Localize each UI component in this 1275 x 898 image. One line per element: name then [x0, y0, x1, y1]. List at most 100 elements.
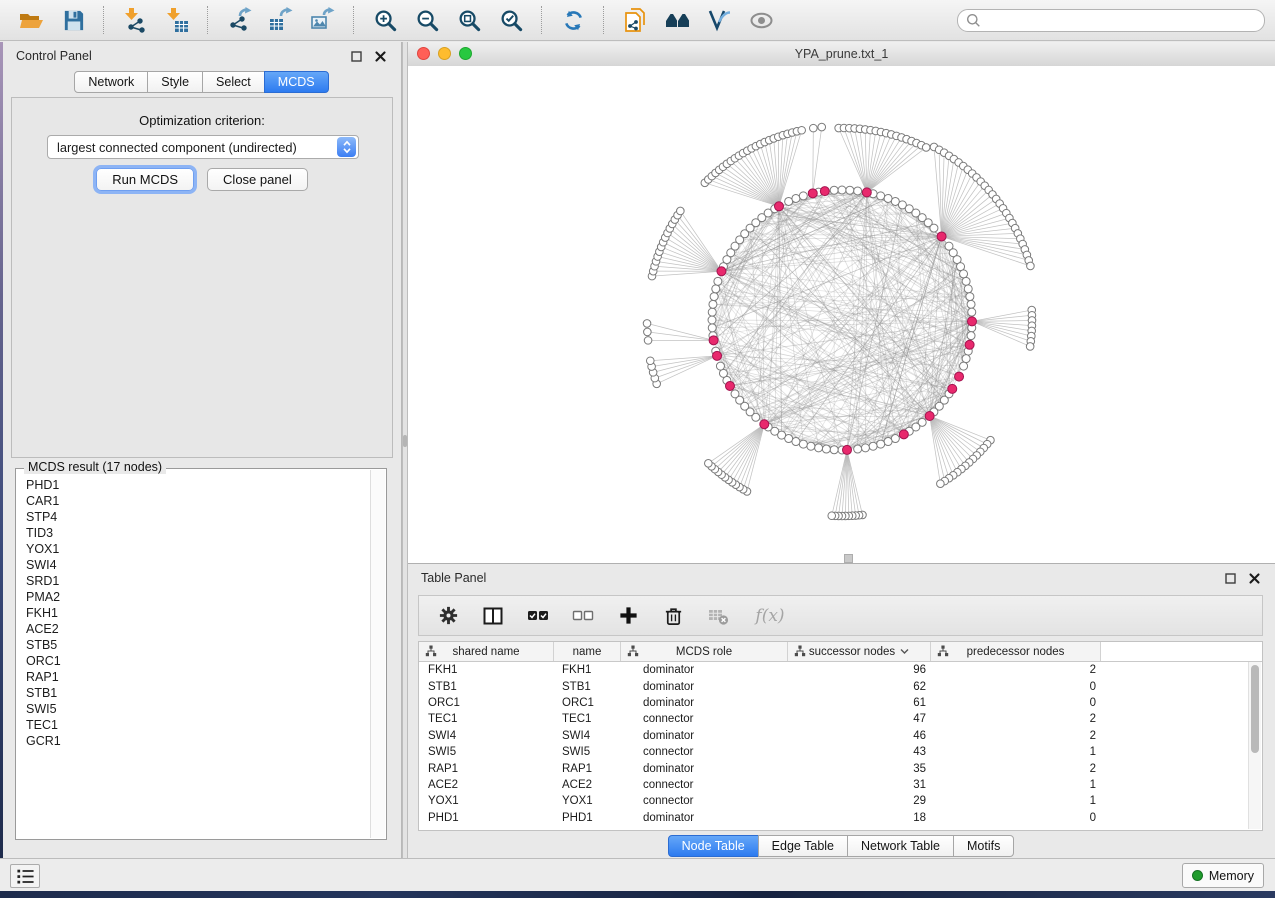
network-node[interactable]: [937, 480, 945, 488]
network-canvas[interactable]: [408, 66, 1275, 563]
column-header[interactable]: shared name: [419, 642, 554, 661]
network-node[interactable]: [830, 186, 838, 194]
run-mcds-button[interactable]: Run MCDS: [96, 168, 194, 191]
table-row[interactable]: FKH1FKH1dominator962: [419, 662, 1262, 678]
network-node[interactable]: [822, 445, 830, 453]
canvas-splitter-grip[interactable]: [844, 554, 853, 563]
tab-motifs[interactable]: Motifs: [953, 835, 1014, 857]
mcds-result-item[interactable]: STB5: [26, 637, 370, 653]
mcds-node[interactable]: [948, 384, 957, 393]
mcds-result-item[interactable]: GCR1: [26, 733, 370, 749]
add-row-button[interactable]: [616, 604, 640, 628]
tab-style[interactable]: Style: [147, 71, 203, 93]
table-row[interactable]: TEC1TEC1connector472: [419, 711, 1262, 727]
choose-columns-button[interactable]: [481, 604, 505, 628]
mcds-node[interactable]: [955, 372, 964, 381]
network-view-titlebar[interactable]: YPA_prune.txt_1: [408, 42, 1275, 67]
mcds-result-item[interactable]: SRD1: [26, 573, 370, 589]
network-node[interactable]: [828, 512, 836, 520]
mcds-result-item[interactable]: SWI5: [26, 701, 370, 717]
mcds-result-list[interactable]: PHD1CAR1STP4TID3YOX1SWI4SRD1PMA2FKH1ACE2…: [17, 473, 370, 838]
mcds-node[interactable]: [820, 187, 829, 196]
network-node[interactable]: [960, 362, 968, 370]
mcds-result-item[interactable]: STB1: [26, 685, 370, 701]
zoom-out-button[interactable]: [411, 4, 443, 36]
mcds-node[interactable]: [709, 336, 718, 345]
mcds-result-item[interactable]: YOX1: [26, 541, 370, 557]
export-network-button[interactable]: [223, 4, 255, 36]
network-node[interactable]: [714, 277, 722, 285]
mcds-node[interactable]: [760, 420, 769, 429]
table-row[interactable]: SWI4SWI4dominator462: [419, 728, 1262, 744]
network-node[interactable]: [792, 194, 800, 202]
table-row[interactable]: YOX1YOX1connector291: [419, 793, 1262, 809]
memory-button[interactable]: Memory: [1182, 863, 1264, 888]
mcds-result-item[interactable]: PMA2: [26, 589, 370, 605]
network-node[interactable]: [644, 328, 652, 336]
task-history-button[interactable]: [10, 864, 40, 888]
import-network-button[interactable]: [119, 4, 151, 36]
mcds-result-item[interactable]: STP4: [26, 509, 370, 525]
network-node[interactable]: [818, 123, 826, 131]
deselect-all-button[interactable]: [571, 604, 595, 628]
network-node[interactable]: [807, 442, 815, 450]
network-node[interactable]: [854, 445, 862, 453]
close-table-panel-button[interactable]: [1246, 570, 1262, 586]
save-session-button[interactable]: [57, 4, 89, 36]
open-session-button[interactable]: [15, 4, 47, 36]
network-node[interactable]: [967, 300, 975, 308]
network-node[interactable]: [708, 308, 716, 316]
network-node[interactable]: [966, 293, 974, 301]
mcds-result-item[interactable]: TEC1: [26, 717, 370, 733]
network-node[interactable]: [708, 316, 716, 324]
tab-network[interactable]: Network: [74, 71, 148, 93]
zoom-in-button[interactable]: [369, 4, 401, 36]
table-row[interactable]: ACE2ACE2connector311: [419, 777, 1262, 793]
mcds-node[interactable]: [725, 381, 734, 390]
column-header[interactable]: successor nodes: [788, 642, 931, 661]
network-node[interactable]: [798, 126, 806, 134]
table-scrollbar-thumb[interactable]: [1251, 665, 1259, 753]
mcds-node[interactable]: [937, 232, 946, 241]
mcds-list-scrollbar[interactable]: [370, 470, 385, 838]
tab-mcds[interactable]: MCDS: [264, 71, 329, 93]
network-node[interactable]: [712, 285, 720, 293]
network-node[interactable]: [838, 186, 846, 194]
search-network-button[interactable]: [661, 4, 693, 36]
show-hide-button[interactable]: [745, 4, 777, 36]
new-network-button[interactable]: [619, 4, 651, 36]
network-node[interactable]: [830, 446, 838, 454]
select-all-button[interactable]: [526, 604, 550, 628]
mcds-result-item[interactable]: SWI4: [26, 557, 370, 573]
apply-layout-button[interactable]: [557, 4, 589, 36]
maximize-window-icon[interactable]: [459, 47, 472, 60]
mcds-node[interactable]: [862, 188, 871, 197]
float-panel-button[interactable]: [348, 48, 364, 64]
network-node[interactable]: [799, 192, 807, 200]
network-node[interactable]: [877, 440, 885, 448]
mcds-node[interactable]: [899, 430, 908, 439]
mcds-result-item[interactable]: FKH1: [26, 605, 370, 621]
tab-edge-table[interactable]: Edge Table: [758, 835, 848, 857]
mcds-node[interactable]: [967, 317, 976, 326]
network-node[interactable]: [846, 186, 854, 194]
table-settings-button[interactable]: [436, 604, 460, 628]
zoom-fit-button[interactable]: [453, 4, 485, 36]
network-node[interactable]: [731, 390, 739, 398]
mcds-node[interactable]: [965, 340, 974, 349]
splitter-grip[interactable]: [403, 435, 407, 447]
table-scrollbar[interactable]: [1248, 662, 1261, 829]
tab-network-table[interactable]: Network Table: [847, 835, 954, 857]
export-image-button[interactable]: [307, 4, 339, 36]
network-node[interactable]: [962, 355, 970, 363]
network-node[interactable]: [854, 187, 862, 195]
float-table-panel-button[interactable]: [1222, 570, 1238, 586]
mcds-result-item[interactable]: CAR1: [26, 493, 370, 509]
table-row[interactable]: STB1STB1dominator620: [419, 678, 1262, 694]
network-node[interactable]: [677, 207, 685, 215]
network-node[interactable]: [646, 357, 654, 365]
import-table-button[interactable]: [161, 4, 193, 36]
mcds-result-item[interactable]: TID3: [26, 525, 370, 541]
mcds-result-item[interactable]: PHD1: [26, 477, 370, 493]
close-window-icon[interactable]: [417, 47, 430, 60]
